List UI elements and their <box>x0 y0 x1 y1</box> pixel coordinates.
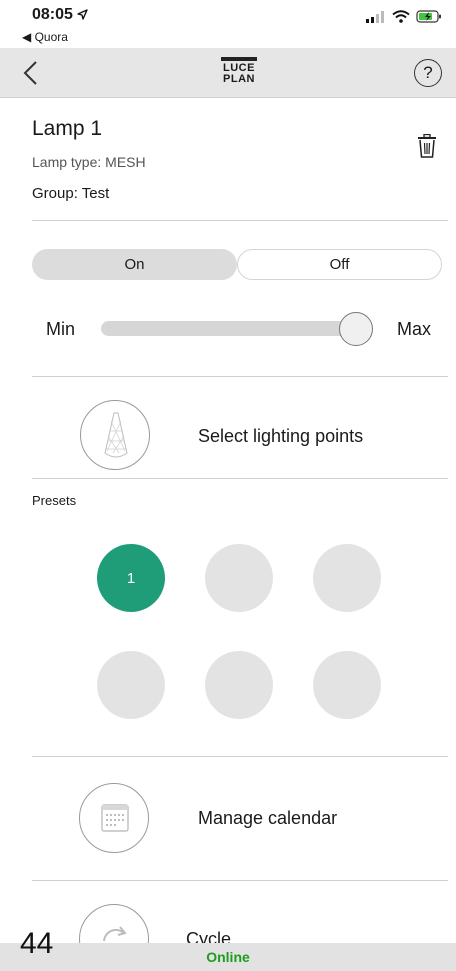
trash-icon <box>418 133 436 158</box>
mesh-lamp-icon <box>104 412 128 458</box>
luceplan-logo: LUCE PLAN <box>219 57 259 89</box>
chevron-left-icon <box>23 61 37 85</box>
preset-5-button[interactable] <box>205 651 273 719</box>
status-bar: 08:05 ◀ Quora <box>0 0 456 48</box>
nav-bar: LUCE PLAN ? <box>0 48 456 98</box>
select-lighting-points-button[interactable] <box>80 400 150 470</box>
lamp-title: Lamp 1 <box>32 117 103 140</box>
wifi-icon <box>392 10 410 23</box>
lamp-group: Group: Test <box>32 185 110 202</box>
preset-1-button[interactable]: 1 <box>97 544 165 612</box>
divider <box>32 478 448 479</box>
status-time-text: 08:05 <box>32 6 73 23</box>
status-time: 08:05 <box>32 6 89 24</box>
slider-max-label: Max <box>397 319 432 339</box>
logo-text-line2: PLAN <box>223 73 255 85</box>
calendar-icon <box>101 804 129 832</box>
divider <box>32 376 448 377</box>
manage-calendar-button[interactable] <box>79 783 149 853</box>
on-button[interactable]: On <box>32 249 237 280</box>
slider-min-label: Min <box>46 319 76 339</box>
signal-icon <box>366 10 384 23</box>
divider <box>32 880 448 881</box>
brightness-slider-track[interactable] <box>101 321 369 336</box>
preset-2-button[interactable] <box>205 544 273 612</box>
divider <box>32 756 448 757</box>
divider <box>32 220 448 221</box>
brightness-slider-thumb[interactable] <box>339 312 373 346</box>
logo-bar <box>221 57 257 61</box>
help-button[interactable]: ? <box>414 59 442 87</box>
preset-6-button[interactable] <box>313 651 381 719</box>
delete-button[interactable] <box>417 133 437 158</box>
preset-4-button[interactable] <box>97 651 165 719</box>
battery-charging-icon <box>416 10 441 23</box>
presets-heading: Presets <box>32 493 77 508</box>
power-toggle: On Off <box>32 249 442 280</box>
connection-status-bar: Online <box>0 943 456 971</box>
manage-calendar-label[interactable]: Manage calendar <box>198 808 337 829</box>
location-arrow-icon <box>77 9 89 20</box>
lamp-type: Lamp type: MESH <box>32 154 146 170</box>
connection-status: Online <box>206 949 250 965</box>
select-lighting-points-label[interactable]: Select lighting points <box>198 426 363 447</box>
preset-3-button[interactable] <box>313 544 381 612</box>
page-number: 44 <box>20 927 54 960</box>
back-to-app-link[interactable]: ◀ Quora <box>22 30 68 44</box>
status-icons <box>366 10 442 23</box>
off-button[interactable]: Off <box>237 249 442 280</box>
back-button[interactable] <box>18 58 46 88</box>
